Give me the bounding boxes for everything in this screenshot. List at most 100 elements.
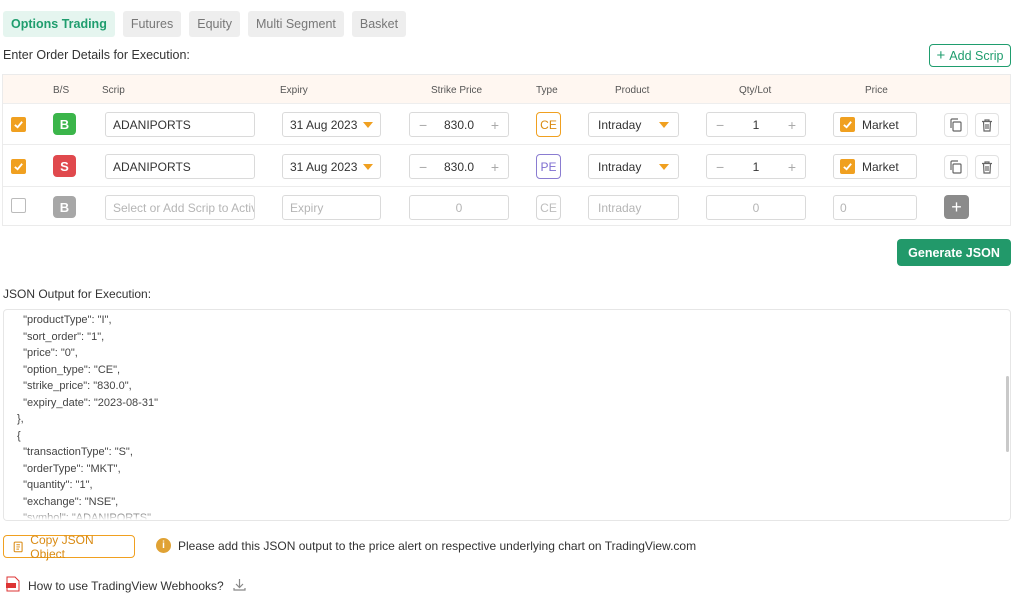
json-output-label: JSON Output for Execution: [3, 287, 152, 301]
col-bs: B/S [53, 85, 70, 96]
order-row: S ADANIPORTS 31 Aug 2023 − 830.0 + PE In… [3, 146, 1010, 187]
fade-overlay [4, 510, 1010, 520]
strike-price-input[interactable]: 0 [409, 195, 509, 220]
qty-value: 1 [752, 117, 760, 132]
copy-row-button[interactable] [944, 113, 968, 137]
notice-text: Please add this JSON output to the price… [178, 538, 697, 553]
qty-stepper[interactable]: − 1 + [706, 112, 806, 137]
buy-sell-toggle[interactable]: B [53, 196, 76, 218]
price-field[interactable]: Market [833, 112, 917, 137]
add-scrip-label: Add Scrip [949, 48, 1004, 63]
tab-equity[interactable]: Equity [189, 11, 240, 37]
price-field[interactable]: Market [833, 154, 917, 179]
checkmark-icon [843, 121, 852, 129]
col-scrip: Scrip [102, 85, 125, 96]
trash-icon [982, 161, 992, 174]
plus-icon: + [951, 196, 962, 217]
order-grid: B/S Scrip Expiry Strike Price Type Produ… [2, 74, 1011, 226]
minus-icon[interactable]: − [716, 117, 724, 133]
market-label: Market [862, 159, 899, 174]
info-icon: i [156, 538, 171, 553]
minus-icon[interactable]: − [419, 159, 427, 175]
tab-futures[interactable]: Futures [122, 11, 182, 37]
checkmark-icon [14, 163, 23, 171]
product-value: Intraday [598, 159, 642, 174]
minus-icon[interactable]: − [716, 159, 724, 175]
row-select-checkbox[interactable] [11, 117, 26, 132]
col-expiry: Expiry [280, 85, 308, 96]
expiry-select[interactable]: 31 Aug 2023 [282, 112, 381, 137]
option-type-toggle[interactable]: PE [536, 154, 561, 179]
download-icon[interactable] [232, 577, 247, 595]
plus-icon[interactable]: + [491, 159, 499, 175]
scrip-input[interactable]: ADANIPORTS [105, 154, 255, 179]
scrip-input[interactable]: ADANIPORTS [105, 112, 255, 137]
minus-icon[interactable]: − [419, 117, 427, 133]
buy-sell-toggle[interactable]: B [53, 113, 76, 135]
caret-down-icon [363, 121, 373, 128]
expiry-value: 31 Aug 2023 [290, 159, 358, 174]
generate-json-button[interactable]: Generate JSON [897, 239, 1011, 266]
col-type: Type [536, 85, 558, 96]
delete-row-button[interactable] [975, 155, 999, 179]
col-strike-price: Strike Price [431, 85, 483, 96]
plus-icon[interactable]: + [491, 117, 499, 133]
expiry-select[interactable]: Expiry [282, 195, 381, 220]
row-select-checkbox[interactable] [11, 159, 26, 174]
json-scrollbar[interactable] [1006, 376, 1009, 452]
plus-icon: + [936, 47, 946, 64]
strike-price-stepper[interactable]: − 830.0 + [409, 154, 509, 179]
segment-tabs: Options Trading Futures Equity Multi Seg… [3, 11, 407, 37]
copy-row-button[interactable] [944, 155, 968, 179]
copy-json-label: Copy JSON Object [30, 532, 94, 561]
product-select[interactable]: Intraday [588, 112, 679, 137]
row-select-checkbox[interactable] [11, 198, 26, 213]
market-checkbox[interactable] [840, 117, 855, 132]
product-value: Intraday [598, 117, 642, 132]
caret-down-icon [659, 163, 669, 170]
plus-icon[interactable]: + [788, 159, 796, 175]
price-input[interactable]: 0 [833, 195, 917, 220]
qty-stepper[interactable]: − 1 + [706, 154, 806, 179]
qty-value: 1 [752, 159, 760, 174]
price-value: 0 [840, 200, 847, 215]
delete-row-button[interactable] [975, 113, 999, 137]
tab-basket[interactable]: Basket [351, 11, 407, 37]
copy-icon [950, 160, 962, 174]
json-output-textarea[interactable]: "productType": "I", "sort_order": "1", "… [3, 309, 1011, 521]
scrip-input[interactable]: Select or Add Scrip to Activate [105, 195, 255, 220]
tab-multi-segment[interactable]: Multi Segment [247, 11, 344, 37]
buy-sell-toggle[interactable]: S [53, 155, 76, 177]
product-select[interactable]: Intraday [588, 195, 679, 220]
option-type-toggle[interactable]: CE [536, 112, 561, 137]
strike-price-stepper[interactable]: − 830.0 + [409, 112, 509, 137]
strike-value: 830.0 [443, 159, 475, 174]
copy-json-button[interactable]: Copy JSON Object [3, 532, 135, 561]
add-row-button[interactable]: + [944, 195, 969, 219]
expiry-placeholder: Expiry [290, 200, 324, 215]
json-output-text: "productType": "I", "sort_order": "1", "… [17, 314, 158, 520]
caret-down-icon [659, 121, 669, 128]
market-checkbox[interactable] [840, 159, 855, 174]
checkmark-icon [843, 163, 852, 171]
qty-input[interactable]: 0 [706, 195, 806, 220]
tradingview-notice: i Please add this JSON output to the pri… [156, 538, 696, 553]
expiry-select[interactable]: 31 Aug 2023 [282, 154, 381, 179]
strike-value: 0 [455, 200, 463, 215]
copy-icon [950, 118, 962, 132]
market-label: Market [862, 117, 899, 132]
trash-icon [982, 119, 992, 132]
plus-icon[interactable]: + [788, 117, 796, 133]
webhooks-help-link[interactable]: How to use TradingView Webhooks? [6, 576, 247, 595]
col-price: Price [865, 85, 888, 96]
caret-down-icon [363, 163, 373, 170]
product-select[interactable]: Intraday [588, 154, 679, 179]
checkmark-icon [14, 121, 23, 129]
tab-options-trading[interactable]: Options Trading [3, 11, 115, 37]
product-placeholder: Intraday [598, 200, 642, 215]
qty-value: 0 [752, 200, 760, 215]
option-type-toggle[interactable]: CE [536, 195, 561, 220]
expiry-value: 31 Aug 2023 [290, 117, 358, 132]
strike-value: 830.0 [443, 117, 475, 132]
add-scrip-button[interactable]: + Add Scrip [929, 44, 1011, 67]
